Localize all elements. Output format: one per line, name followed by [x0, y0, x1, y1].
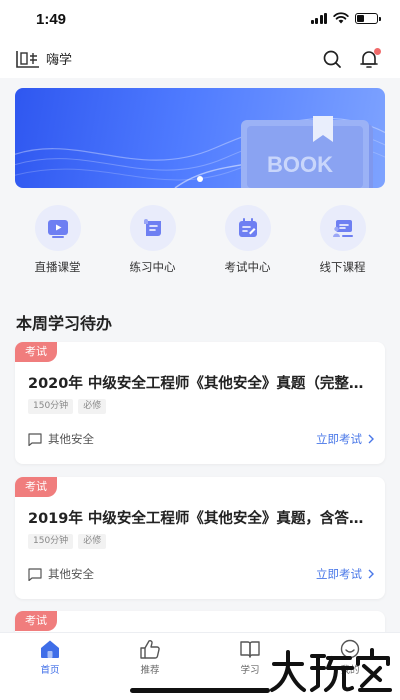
quick-entry-label: 直播课堂 — [34, 260, 81, 274]
signal-icon — [310, 12, 327, 24]
chevron-right-icon — [368, 569, 374, 579]
quick-entry-offline[interactable]: 线下课程 — [295, 205, 390, 275]
bookmark-icon — [28, 567, 42, 581]
duration-pill: 150分钟 — [28, 399, 74, 414]
tab-home[interactable]: 首页 — [20, 639, 80, 676]
tab-recommend[interactable]: 推荐 — [120, 639, 180, 676]
quick-entry-label: 练习中心 — [129, 260, 176, 274]
required-pill: 必修 — [78, 399, 107, 414]
banner-indicator-dot[interactable] — [197, 176, 203, 182]
chevron-right-icon — [368, 434, 374, 444]
start-exam-link[interactable]: 立即考试 — [316, 566, 374, 582]
classroom-icon — [319, 205, 366, 251]
wifi-icon — [333, 12, 349, 24]
todo-card[interactable]: 考试 2019年 中级安全工程师《其他安全》真题，含答案解析 150分钟 必修 … — [15, 477, 385, 599]
app-header: 嗨学 — [0, 40, 400, 78]
card-footer: 其他安全 立即考试 — [28, 431, 374, 447]
exam-tag: 考试 — [15, 342, 57, 362]
exam-tag: 考试 — [15, 477, 57, 497]
calendar-edit-icon — [224, 205, 271, 251]
section-title: 本周学习待办 — [16, 314, 113, 333]
required-pill: 必修 — [78, 534, 107, 549]
card-meta: 150分钟 必修 — [28, 399, 107, 414]
card-title: 2020年 中级安全工程师《其他安全》真题（完整版） — [28, 376, 373, 392]
exam-tag: 考试 — [15, 611, 57, 631]
logo-icon — [16, 50, 39, 68]
status-time: 1:49 — [36, 11, 67, 28]
banner-illustration: BOOK — [15, 116, 385, 188]
tab-label: 推荐 — [140, 665, 160, 676]
quick-entry-live[interactable]: 直播课堂 — [10, 205, 105, 275]
bookmark-icon — [28, 432, 42, 446]
tab-label: 首页 — [40, 665, 60, 676]
home-indicator — [130, 688, 270, 693]
notification-dot — [374, 48, 381, 55]
subject-label: 其他安全 — [48, 567, 94, 581]
start-exam-label: 立即考试 — [316, 432, 362, 446]
scroll-icon — [129, 205, 176, 251]
start-exam-label: 立即考试 — [316, 567, 362, 581]
status-icons — [310, 12, 381, 24]
status-bar: 1:49 — [0, 0, 400, 40]
home-icon — [41, 640, 59, 658]
thumbs-up-icon — [140, 640, 160, 659]
book-icon — [240, 641, 260, 658]
tab-label: 学习 — [240, 665, 260, 676]
quick-entry-label: 考试中心 — [224, 260, 271, 274]
card-meta: 150分钟 必修 — [28, 534, 107, 549]
banner[interactable]: BOOK — [15, 88, 385, 188]
quick-entry-practice[interactable]: 练习中心 — [105, 205, 200, 275]
search-icon[interactable] — [322, 49, 342, 69]
subject-label: 其他安全 — [48, 432, 94, 446]
svg-text:BOOK: BOOK — [267, 152, 333, 177]
app-name: 嗨学 — [46, 53, 73, 68]
brand: 嗨学 — [16, 49, 72, 68]
notification-button[interactable] — [358, 48, 381, 70]
quick-entry-exam[interactable]: 考试中心 — [200, 205, 295, 275]
quick-entries: 直播课堂 练习中心 考试中心 线下课程 — [0, 205, 400, 275]
card-title: 2019年 中级安全工程师《其他安全》真题，含答案解析 — [28, 511, 373, 527]
todo-card[interactable]: 考试 2020年 中级安全工程师《其他安全》真题（完整版） 150分钟 必修 其… — [15, 342, 385, 464]
start-exam-link[interactable]: 立即考试 — [316, 431, 374, 447]
watermark-logo — [270, 648, 392, 692]
duration-pill: 150分钟 — [28, 534, 74, 549]
card-footer: 其他安全 立即考试 — [28, 566, 374, 582]
battery-icon — [355, 12, 381, 24]
play-icon — [34, 205, 81, 251]
quick-entry-label: 线下课程 — [319, 260, 366, 274]
